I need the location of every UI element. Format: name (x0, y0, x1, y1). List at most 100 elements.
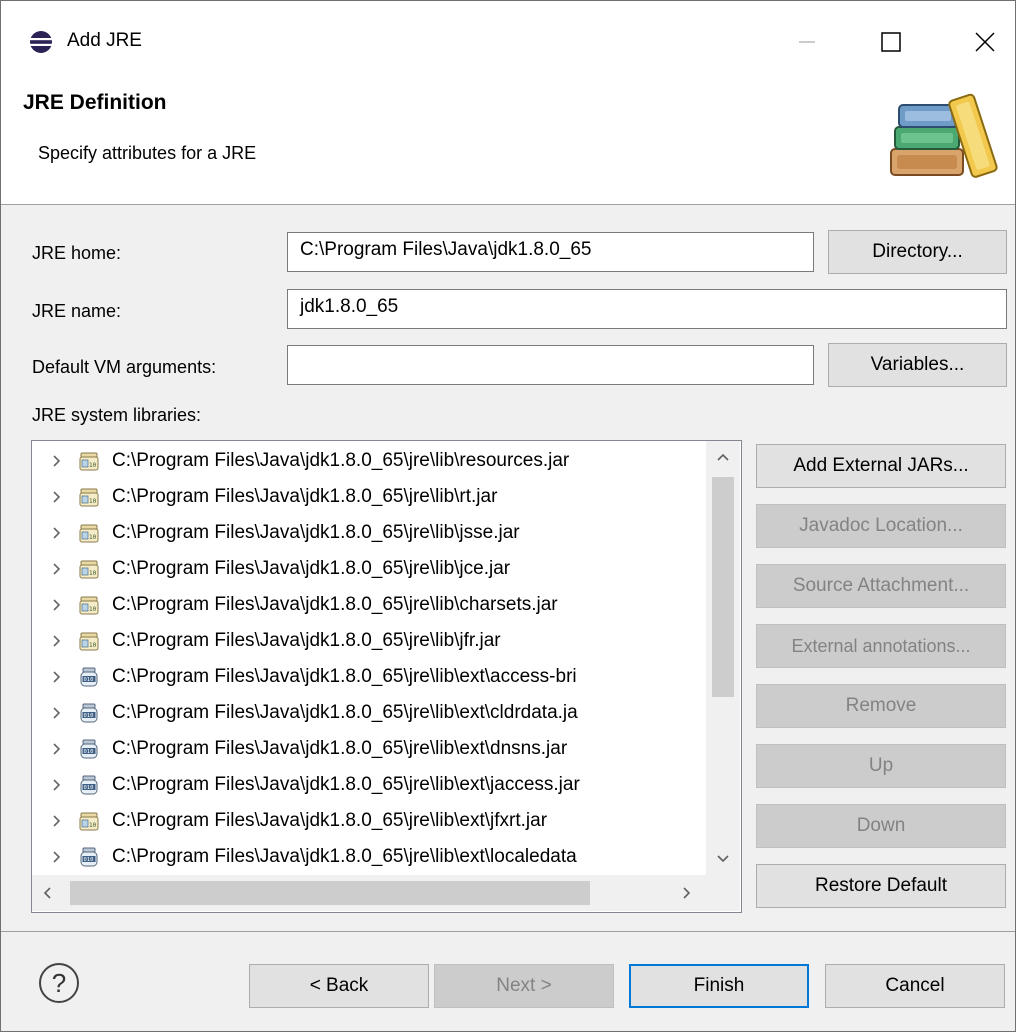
jar-folder-icon: 10 (78, 558, 100, 580)
expand-chevron-icon[interactable] (50, 742, 64, 756)
vertical-scrollbar[interactable] (706, 441, 740, 875)
library-row[interactable]: 10 C:\Program Files\Java\jdk1.8.0_65\jre\… (32, 587, 558, 623)
up-button[interactable]: Up (756, 744, 1006, 788)
jar-folder-icon: 10 (78, 486, 100, 508)
library-row[interactable]: 10 C:\Program Files\Java\jdk1.8.0_65\jre\… (32, 803, 547, 839)
library-row[interactable]: 010 C:\Program Files\Java\jdk1.8.0_65\jre… (32, 767, 580, 803)
library-path: C:\Program Files\Java\jdk1.8.0_65\jre\li… (112, 522, 520, 543)
library-path: C:\Program Files\Java\jdk1.8.0_65\jre\li… (112, 486, 498, 507)
jre-name-label: JRE name: (32, 301, 122, 321)
vertical-scroll-thumb[interactable] (712, 477, 734, 697)
library-row[interactable]: 10 C:\Program Files\Java\jdk1.8.0_65\jre\… (32, 623, 501, 659)
library-row[interactable]: 010 C:\Program Files\Java\jdk1.8.0_65\jre… (32, 695, 578, 731)
library-row[interactable]: 10 C:\Program Files\Java\jdk1.8.0_65\jre\… (32, 551, 510, 587)
expand-chevron-icon[interactable] (50, 634, 64, 648)
close-icon (975, 32, 995, 52)
library-row[interactable]: 10 C:\Program Files\Java\jdk1.8.0_65\jre\… (32, 479, 497, 515)
restore-default-button[interactable]: Restore Default (756, 864, 1006, 908)
expand-chevron-icon[interactable] (50, 454, 64, 468)
cancel-button[interactable]: Cancel (825, 964, 1005, 1008)
expand-chevron-icon[interactable] (50, 598, 64, 612)
expand-chevron-icon[interactable] (50, 670, 64, 684)
page-title: JRE Definition (23, 91, 167, 114)
svg-text:10: 10 (89, 498, 97, 505)
javadoc-location-button[interactable]: Javadoc Location... (756, 504, 1006, 548)
svg-text:010: 010 (84, 785, 94, 791)
svg-text:010: 010 (84, 713, 94, 719)
svg-text:10: 10 (89, 606, 97, 613)
minimize-button[interactable] (779, 17, 835, 67)
variables-button[interactable]: Variables... (828, 343, 1007, 387)
svg-text:10: 10 (89, 462, 97, 469)
close-button[interactable] (957, 17, 1013, 67)
jar-folder-icon: 10 (78, 522, 100, 544)
maximize-icon (881, 32, 901, 52)
jar-binary-icon: 010 (78, 702, 100, 724)
library-row[interactable]: 10 C:\Program Files\Java\jdk1.8.0_65\jre\… (32, 515, 520, 551)
jar-folder-icon: 10 (78, 630, 100, 652)
library-path: C:\Program Files\Java\jdk1.8.0_65\jre\li… (112, 666, 577, 687)
system-libraries-label: JRE system libraries: (32, 405, 202, 425)
jar-folder-icon: 10 (78, 450, 100, 472)
library-row[interactable]: 010 C:\Program Files\Java\jdk1.8.0_65\jre… (32, 731, 567, 767)
title-bar: Add JRE (1, 1, 1015, 81)
source-attachment-button[interactable]: Source Attachment... (756, 564, 1006, 608)
vm-arguments-label: Default VM arguments: (32, 357, 217, 377)
svg-text:10: 10 (89, 822, 97, 829)
library-path: C:\Program Files\Java\jdk1.8.0_65\jre\li… (112, 558, 511, 579)
library-row[interactable]: 010 C:\Program Files\Java\jdk1.8.0_65\jre… (32, 839, 577, 875)
expand-chevron-icon[interactable] (50, 850, 64, 864)
expand-chevron-icon[interactable] (50, 814, 64, 828)
scroll-left-icon[interactable] (42, 886, 52, 905)
back-button[interactable]: < Back (249, 964, 429, 1008)
svg-text:010: 010 (84, 677, 94, 683)
horizontal-scroll-thumb[interactable] (70, 881, 590, 905)
library-row[interactable]: 10 C:\Program Files\Java\jdk1.8.0_65\jre\… (32, 443, 569, 479)
svg-text:010: 010 (84, 857, 94, 863)
library-path: C:\Program Files\Java\jdk1.8.0_65\jre\li… (112, 630, 501, 651)
jre-name-field[interactable]: jdk1.8.0_65 (287, 289, 1007, 329)
svg-text:10: 10 (89, 570, 97, 577)
add-jre-dialog: Add JRE JRE Definition Specify attribute… (0, 0, 1016, 1032)
next-button[interactable]: Next > (434, 964, 614, 1008)
header-banner: JRE Definition Specify attributes for a … (1, 81, 1015, 205)
expand-chevron-icon[interactable] (50, 706, 64, 720)
horizontal-scrollbar[interactable] (32, 875, 706, 911)
scroll-up-icon[interactable] (716, 449, 730, 467)
library-row[interactable]: 010 C:\Program Files\Java\jdk1.8.0_65\jre… (32, 659, 577, 695)
library-path: C:\Program Files\Java\jdk1.8.0_65\jre\li… (112, 810, 548, 831)
library-path: C:\Program Files\Java\jdk1.8.0_65\jre\li… (112, 450, 570, 471)
jre-home-field[interactable]: C:\Program Files\Java\jdk1.8.0_65 (287, 232, 814, 272)
maximize-button[interactable] (863, 17, 919, 67)
directory-button[interactable]: Directory... (828, 230, 1007, 274)
books-icon (890, 93, 998, 178)
jar-binary-icon: 010 (78, 666, 100, 688)
jar-binary-icon: 010 (78, 846, 100, 868)
add-external-jars-button[interactable]: Add External JARs... (756, 444, 1006, 488)
scroll-down-icon[interactable] (716, 851, 730, 869)
expand-chevron-icon[interactable] (50, 526, 64, 540)
scrollbar-corner (706, 875, 740, 911)
jar-folder-icon: 10 (78, 810, 100, 832)
svg-text:10: 10 (89, 642, 97, 649)
remove-button[interactable]: Remove (756, 684, 1006, 728)
jar-folder-icon: 10 (78, 594, 100, 616)
expand-chevron-icon[interactable] (50, 778, 64, 792)
jar-binary-icon: 010 (78, 738, 100, 760)
jar-binary-icon: 010 (78, 774, 100, 796)
expand-chevron-icon[interactable] (50, 490, 64, 504)
help-icon[interactable]: ? (39, 963, 79, 1003)
down-button[interactable]: Down (756, 804, 1006, 848)
expand-chevron-icon[interactable] (50, 562, 64, 576)
library-path: C:\Program Files\Java\jdk1.8.0_65\jre\li… (112, 594, 558, 615)
scroll-right-icon[interactable] (682, 886, 692, 905)
vm-arguments-field[interactable] (287, 345, 814, 385)
finish-button[interactable]: Finish (629, 964, 809, 1008)
system-libraries-tree[interactable]: 10 C:\Program Files\Java\jdk1.8.0_65\jre\… (31, 440, 742, 913)
eclipse-icon (30, 31, 52, 53)
page-description: Specify attributes for a JRE (38, 143, 257, 163)
footer-separator (1, 931, 1015, 932)
external-annotations-button[interactable]: External annotations... (756, 624, 1006, 668)
library-path: C:\Program Files\Java\jdk1.8.0_65\jre\li… (112, 702, 578, 723)
svg-text:10: 10 (89, 534, 97, 541)
